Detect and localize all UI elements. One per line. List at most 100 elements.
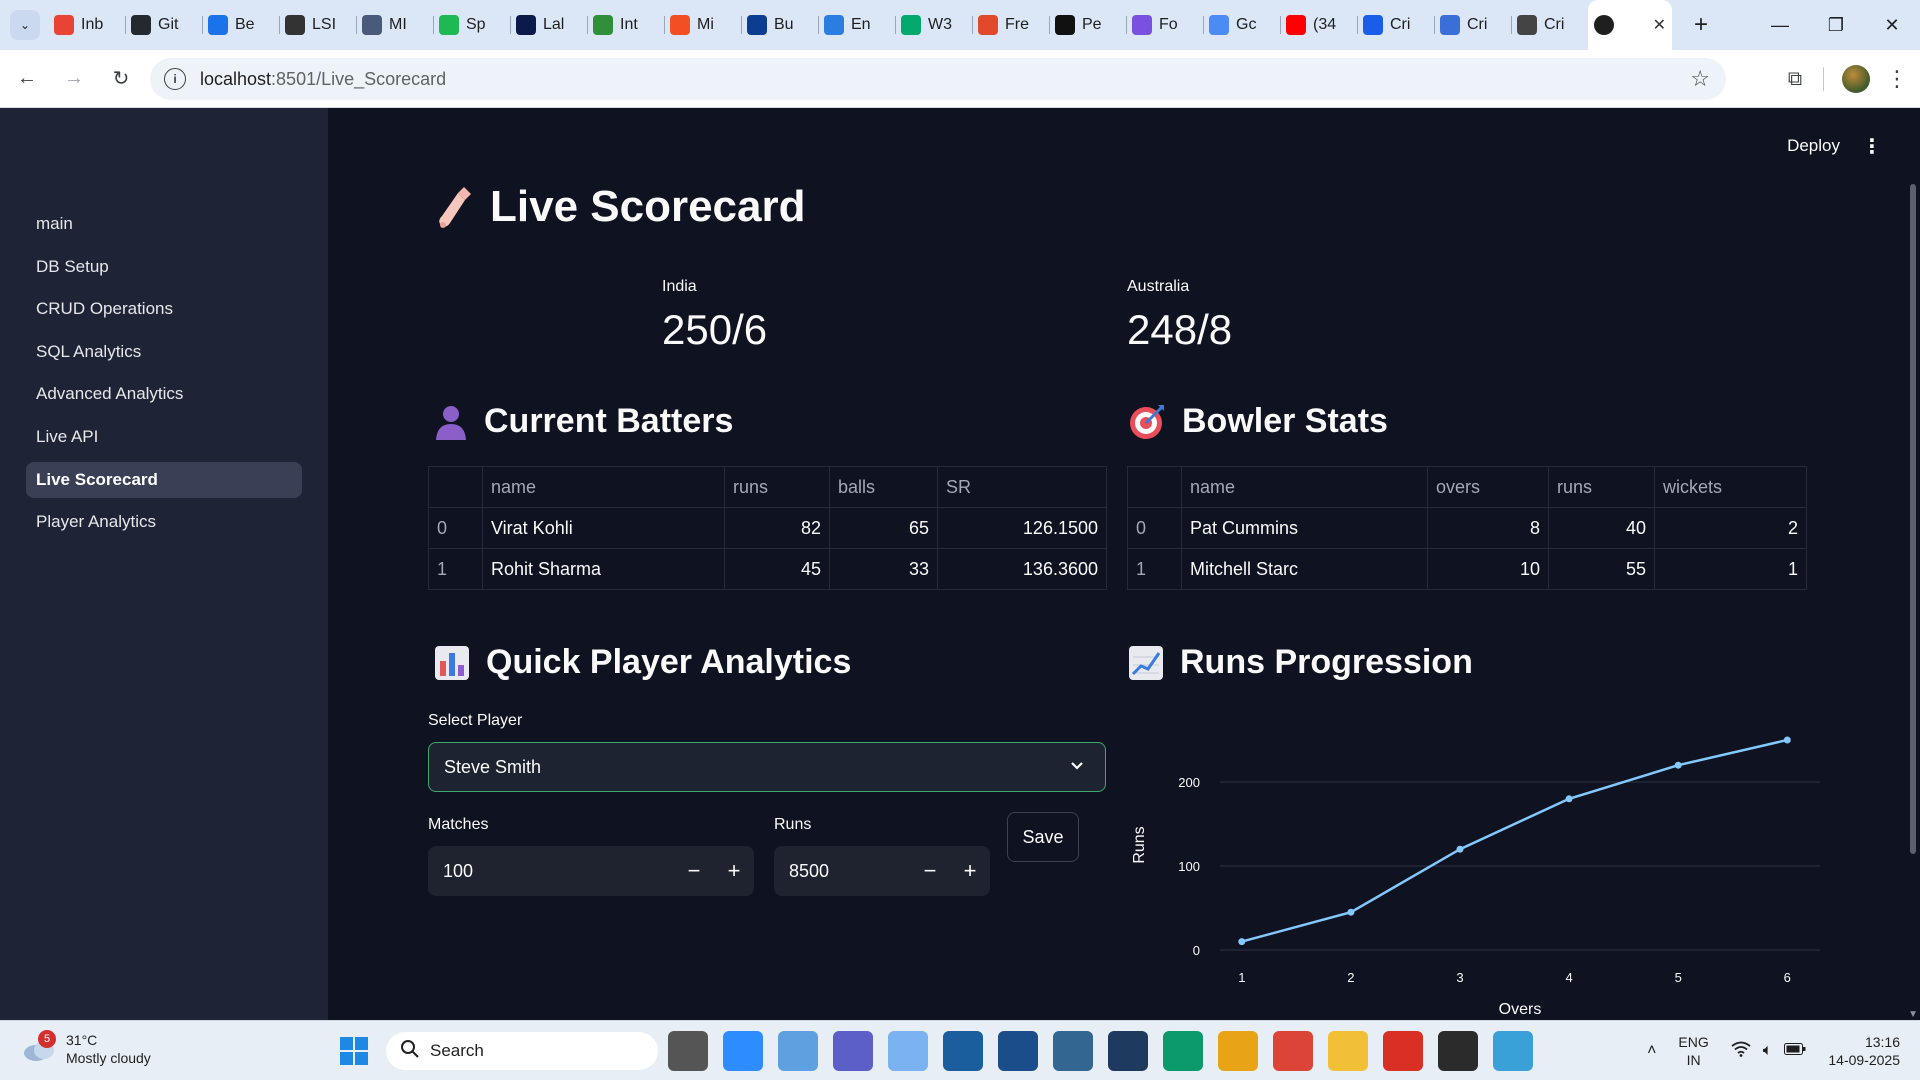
site-info-icon[interactable]: i xyxy=(164,68,186,90)
taskbar-search[interactable]: Search xyxy=(386,1032,658,1070)
team1-metric: India 250/6 xyxy=(662,278,767,354)
sidebar-item-live-api[interactable]: Live API xyxy=(26,419,302,455)
tab-favicon xyxy=(1132,15,1152,35)
batters-header-row: name runs balls SR xyxy=(428,466,1107,508)
batters-heading: Current Batters xyxy=(434,402,733,441)
sidebar-item-player-analytics[interactable]: Player Analytics xyxy=(26,504,302,540)
back-button[interactable]: ← xyxy=(7,59,47,99)
sidebar-item-sql-analytics[interactable]: SQL Analytics xyxy=(26,334,302,370)
store-icon[interactable] xyxy=(998,1031,1038,1071)
window-close-button[interactable]: ✕ xyxy=(1864,0,1920,50)
table-cell-name: Virat Kohli xyxy=(482,507,725,549)
browser-tab[interactable]: Sp xyxy=(433,0,510,50)
runs-input[interactable]: 8500 xyxy=(774,861,910,882)
tab-favicon xyxy=(285,15,305,35)
table-cell-name: Mitchell Starc xyxy=(1181,548,1428,590)
runs-decrement-button[interactable]: − xyxy=(910,846,950,896)
browser-tab[interactable]: Mi xyxy=(664,0,741,50)
browser-tab[interactable]: Fo xyxy=(1126,0,1203,50)
browser-tab[interactable]: Int xyxy=(587,0,664,50)
browser-tab[interactable]: Pe xyxy=(1049,0,1126,50)
battery-icon[interactable] xyxy=(1784,1042,1806,1060)
volume-icon[interactable]: 🔈︎ xyxy=(1763,1042,1773,1060)
address-bar[interactable]: i localhost:8501/Live_Scorecard ☆ xyxy=(150,58,1726,100)
sidebar-item-crud-operations[interactable]: CRUD Operations xyxy=(26,291,302,327)
teams-icon[interactable] xyxy=(833,1031,873,1071)
chrome-icon[interactable] xyxy=(1273,1031,1313,1071)
zoom-icon[interactable] xyxy=(723,1031,763,1071)
browser-tab[interactable]: Git xyxy=(125,0,202,50)
browser-tab[interactable]: Bu xyxy=(741,0,818,50)
browser-tab[interactable]: Cri xyxy=(1357,0,1434,50)
sidebar-item-live-scorecard[interactable]: Live Scorecard xyxy=(26,461,302,498)
tab-favicon xyxy=(439,15,459,35)
vscode-icon[interactable] xyxy=(1108,1031,1148,1071)
tab-title: Int xyxy=(620,16,638,33)
app-menu-icon[interactable]: ⋮ xyxy=(1862,134,1882,159)
reload-button[interactable]: ↻ xyxy=(101,59,141,99)
col-index xyxy=(1127,466,1182,508)
powerbi-icon[interactable] xyxy=(1218,1031,1258,1071)
minimize-button[interactable]: — xyxy=(1752,0,1808,50)
browser-tab[interactable]: MI xyxy=(356,0,433,50)
player-select[interactable]: Steve Smith xyxy=(428,742,1106,792)
notepad-icon[interactable] xyxy=(1493,1031,1533,1071)
task-view-icon[interactable] xyxy=(668,1031,708,1071)
browser-tab[interactable]: Fre xyxy=(972,0,1049,50)
tab-active[interactable]: ✕ xyxy=(1588,0,1672,50)
tab-search-button[interactable]: ⌄ xyxy=(10,10,40,40)
photos-icon[interactable] xyxy=(943,1031,983,1071)
tab-title: Be xyxy=(235,16,255,33)
browser-tab[interactable]: En xyxy=(818,0,895,50)
browser-tab[interactable]: Gc xyxy=(1203,0,1280,50)
wifi-icon[interactable] xyxy=(1731,1041,1751,1062)
start-button[interactable] xyxy=(334,1031,374,1071)
forward-button[interactable]: → xyxy=(54,59,94,99)
browser-tab[interactable]: LSI xyxy=(279,0,356,50)
matches-input[interactable]: 100 xyxy=(428,861,674,882)
sidebar-item-main[interactable]: main xyxy=(26,206,302,242)
sidebar-item-advanced-analytics[interactable]: Advanced Analytics xyxy=(26,376,302,412)
table-cell-idx: 0 xyxy=(428,507,483,549)
matches-increment-button[interactable]: + xyxy=(714,846,754,896)
browser-tab[interactable]: (34 xyxy=(1280,0,1357,50)
bookmark-star-icon[interactable]: ☆ xyxy=(1690,66,1710,92)
edge-icon[interactable] xyxy=(1163,1031,1203,1071)
table-cell-runs: 40 xyxy=(1548,507,1655,549)
snipping-tool-icon[interactable] xyxy=(778,1031,818,1071)
copilot-icon[interactable] xyxy=(888,1031,928,1071)
chevron-up-icon[interactable]: ˄ xyxy=(1647,1042,1656,1060)
extensions-icon[interactable]: ⧉ xyxy=(1775,59,1815,99)
tab-favicon xyxy=(978,15,998,35)
sidebar-item-db-setup[interactable]: DB Setup xyxy=(26,249,302,285)
table-cell-idx: 0 xyxy=(1127,507,1182,549)
browser-tab[interactable]: W3 xyxy=(895,0,972,50)
terminal-icon[interactable] xyxy=(1438,1031,1478,1071)
postgres-icon[interactable] xyxy=(1053,1031,1093,1071)
profile-avatar[interactable] xyxy=(1842,65,1870,93)
restore-button[interactable]: ❐ xyxy=(1808,0,1864,50)
clock[interactable]: 13:16 14-09-2025 xyxy=(1828,1033,1900,1069)
tab-title: (34 xyxy=(1313,16,1337,33)
browser-tab[interactable]: Cri xyxy=(1434,0,1511,50)
browser-tab[interactable]: Lal xyxy=(510,0,587,50)
col-overs: overs xyxy=(1427,466,1549,508)
browser-tab[interactable]: Be xyxy=(202,0,279,50)
file-explorer-icon[interactable] xyxy=(1328,1031,1368,1071)
clock-date: 14-09-2025 xyxy=(1828,1052,1900,1068)
matches-decrement-button[interactable]: − xyxy=(674,846,714,896)
scroll-down-arrow-icon[interactable]: ▼ xyxy=(1908,1009,1918,1020)
tab-close-icon[interactable]: ✕ xyxy=(1653,15,1666,35)
new-tab-button[interactable]: + xyxy=(1684,8,1718,42)
weather-widget[interactable]: 5 31°C Mostly cloudy xyxy=(22,1030,151,1067)
browser-tab[interactable]: Inb xyxy=(48,0,125,50)
chrome-active-icon[interactable] xyxy=(1383,1031,1423,1071)
save-button[interactable]: Save xyxy=(1007,812,1079,862)
language-indicator[interactable]: ENG IN xyxy=(1678,1033,1708,1069)
browser-menu-icon[interactable]: ⋮ xyxy=(1880,66,1914,92)
scrollbar[interactable] xyxy=(1910,184,1916,854)
tab-title: Inb xyxy=(81,16,104,33)
browser-tab[interactable]: Cri xyxy=(1511,0,1588,50)
deploy-button[interactable]: Deploy xyxy=(1787,136,1840,156)
runs-increment-button[interactable]: + xyxy=(950,846,990,896)
